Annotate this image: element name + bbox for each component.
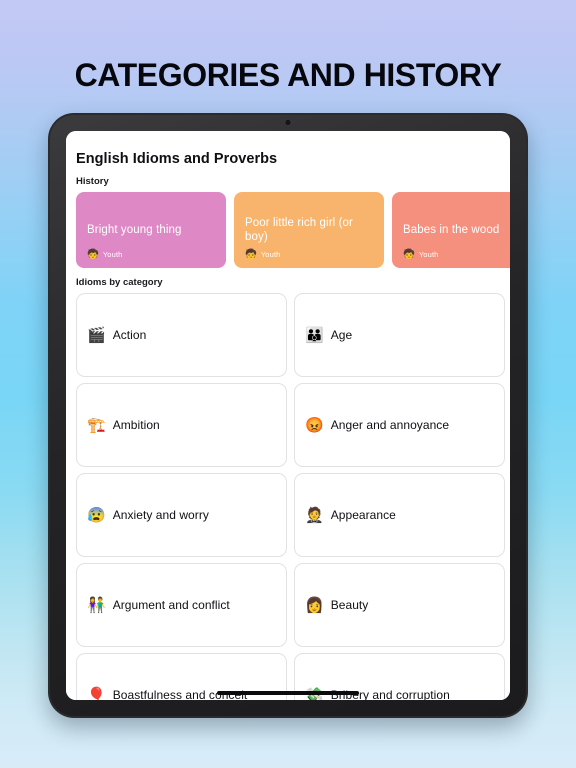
history-card-title: Bright young thing <box>87 223 182 236</box>
history-card-strip[interactable]: Bright young thing 🧒 Youth Poor little rich… <box>76 192 510 268</box>
history-card-tag-label: Youth <box>260 249 281 259</box>
category-icon: 👪 <box>305 326 324 344</box>
category-card[interactable]: 🏗️ Ambition <box>76 383 287 467</box>
history-section-label: History <box>76 176 109 187</box>
tablet-device-frame: English Idioms and Proverbs History Brig… <box>48 113 528 718</box>
history-card[interactable]: Bright young thing 🧒 Youth <box>76 192 226 268</box>
category-icon: 👫 <box>87 596 106 614</box>
category-card[interactable]: 👩 Beauty <box>294 563 505 647</box>
category-card[interactable]: 😡 Anger and annoyance <box>294 383 505 467</box>
category-card[interactable]: 👫 Argument and conflict <box>76 563 287 647</box>
category-label: Anger and annoyance <box>330 418 450 432</box>
category-card[interactable]: 😰 Anxiety and worry <box>76 473 287 557</box>
category-label: Age <box>330 328 353 342</box>
category-card[interactable]: 👪 Age <box>294 293 505 377</box>
camera-dot-icon <box>285 120 291 125</box>
category-label: Appearance <box>330 508 396 522</box>
history-card-tag: 🧒 Youth <box>245 248 281 260</box>
category-card[interactable]: 🎬 Action <box>76 293 287 377</box>
category-icon: 🤵 <box>305 506 324 524</box>
history-card-title: Babes in the wood <box>403 223 500 236</box>
youth-icon: 🧒 <box>87 248 99 260</box>
category-label: Argument and conflict <box>112 598 230 612</box>
youth-icon: 🧒 <box>403 248 415 260</box>
page-title: CATEGORIES AND HISTORY <box>74 57 502 94</box>
category-icon: 😰 <box>87 506 106 524</box>
history-card-tag-label: Youth <box>418 249 439 259</box>
history-card-tag: 🧒 Youth <box>403 248 439 260</box>
history-card-tag-label: Youth <box>102 249 123 259</box>
category-card[interactable]: 🤵 Appearance <box>294 473 505 557</box>
history-card-tag: 🧒 Youth <box>87 248 123 260</box>
category-icon: 👩 <box>305 596 324 614</box>
tablet-screen: English Idioms and Proverbs History Brig… <box>66 131 510 700</box>
category-icon: 🎈 <box>87 686 106 701</box>
category-label: Anxiety and worry <box>112 508 209 522</box>
category-label: Ambition <box>112 418 160 432</box>
history-card-title: Poor little rich girl (or boy) <box>245 216 353 244</box>
app-window: English Idioms and Proverbs History Brig… <box>66 131 510 700</box>
history-card[interactable]: Babes in the wood 🧒 Youth <box>392 192 510 268</box>
category-icon: 😡 <box>305 416 324 434</box>
category-grid: 🎬 Action 👪 Age 🏗️ Ambition 😡 Anger and annoyanc… <box>76 293 510 700</box>
category-icon: 🏗️ <box>87 416 106 434</box>
history-card[interactable]: Poor little rich girl (or boy) 🧒 Youth <box>234 192 384 268</box>
home-indicator[interactable] <box>217 691 359 695</box>
youth-icon: 🧒 <box>245 248 257 260</box>
category-label: Beauty <box>330 598 369 612</box>
category-label: Action <box>112 328 147 342</box>
category-section-label: Idioms by category <box>76 277 163 288</box>
app-title: English Idioms and Proverbs <box>76 151 278 167</box>
category-icon: 🎬 <box>87 326 106 344</box>
